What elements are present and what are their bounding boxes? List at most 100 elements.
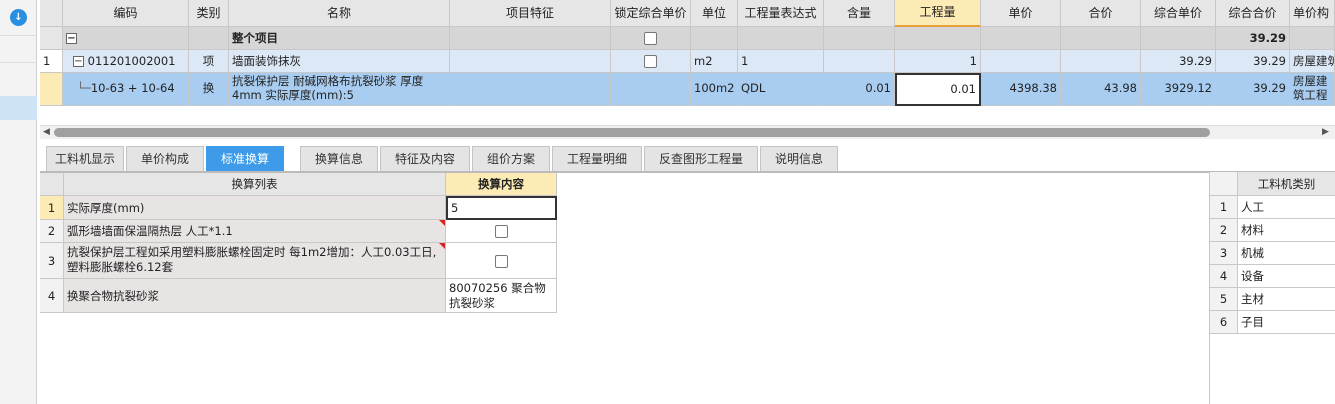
table-row[interactable]: −	[63, 27, 189, 50]
header-name[interactable]: 名称	[229, 0, 450, 27]
header-price-composition[interactable]: 单价构	[1290, 0, 1335, 27]
lock-price-checkbox[interactable]	[644, 32, 657, 45]
row-expr[interactable]: QDL	[738, 73, 824, 106]
table-row[interactable]: − 011201002001	[63, 50, 189, 73]
tab-quantity-detail[interactable]: 工程量明细	[552, 146, 642, 171]
collapse-down-icon[interactable]: ↓	[10, 9, 27, 26]
row-feature	[450, 27, 611, 50]
conv-row-value	[446, 220, 557, 243]
tab-description[interactable]: 说明信息	[760, 146, 838, 171]
header-quantity[interactable]: 工程量	[895, 0, 981, 27]
tab-price-composition[interactable]: 单价构成	[126, 146, 204, 171]
header-feature[interactable]: 项目特征	[450, 0, 611, 27]
mt-row-subitem[interactable]: 子目	[1238, 311, 1335, 334]
header-qty-expr[interactable]: 工程量表达式	[738, 0, 824, 27]
row-comp-total: 39.29	[1216, 50, 1290, 73]
row-name[interactable]: 抗裂保护层 耐碱网格布抗裂砂浆 厚度4mm 实际厚度(mm):5	[229, 73, 450, 106]
conv-row-label-text: 弧形墙墙面保温隔热层 人工*1.1	[67, 224, 233, 238]
header-total[interactable]: 合价	[1061, 0, 1141, 27]
conv-row-label: 换聚合物抗裂砂浆	[64, 279, 446, 313]
row-lock-cell	[611, 50, 691, 73]
conv-row-index: 2	[40, 220, 64, 243]
left-strip	[0, 0, 37, 404]
header-price[interactable]: 单价	[981, 0, 1061, 27]
mt-row-index: 4	[1210, 265, 1238, 288]
conv-row-label: 弧形墙墙面保温隔热层 人工*1.1	[64, 220, 446, 243]
row-extra	[1290, 27, 1335, 50]
mt-row-equipment[interactable]: 设备	[1238, 265, 1335, 288]
mt-row-labor[interactable]: 人工	[1238, 196, 1335, 219]
detail-tabbar: 工料机显示 单价构成 标准换算 换算信息 特征及内容 组价方案 工程量明细 反查…	[40, 146, 1335, 172]
scroll-left-icon[interactable]: ◀	[43, 127, 50, 137]
row-qty[interactable]: 1	[895, 50, 981, 73]
table-row[interactable]: └─10-63 + 10-64	[63, 73, 189, 106]
row-feature[interactable]	[450, 50, 611, 73]
row-comp-total: 39.29	[1216, 27, 1290, 50]
row-extra: 房屋建筑工程	[1290, 73, 1335, 106]
conv-row-index: 1	[40, 196, 64, 220]
row-lock-cell	[611, 27, 691, 50]
material-replace-cell[interactable]: 80070256 聚合物抗裂砂浆	[446, 279, 557, 313]
row-unit[interactable]: 100m2	[691, 73, 738, 106]
mt-row-index: 1	[1210, 196, 1238, 219]
row-type: 项	[189, 50, 229, 73]
header-unit-total[interactable]: 综合单价	[1141, 0, 1216, 27]
mt-row-main-material[interactable]: 主材	[1238, 288, 1335, 311]
row-total	[1061, 27, 1141, 50]
mt-header-index	[1210, 172, 1238, 196]
row-feature[interactable]	[450, 73, 611, 106]
conv-header-list: 换算列表	[64, 173, 446, 196]
row-name[interactable]: 整个项目	[229, 27, 450, 50]
strip-selected-item[interactable]	[0, 96, 37, 120]
row-type	[189, 27, 229, 50]
tab-pricing-plan[interactable]: 组价方案	[472, 146, 550, 171]
row-index	[40, 73, 63, 106]
row-code: 10-63 + 10-64	[90, 81, 175, 95]
strip-divider	[0, 35, 37, 36]
tab-features[interactable]: 特征及内容	[380, 146, 470, 171]
row-expr[interactable]: 1	[738, 50, 824, 73]
header-lock-price[interactable]: 锁定综合单价	[611, 0, 691, 27]
collapse-icon[interactable]: −	[66, 33, 77, 44]
row-content[interactable]	[824, 50, 895, 73]
tab-conversion-info[interactable]: 换算信息	[300, 146, 378, 171]
row-index: 1	[40, 50, 63, 73]
quantity-input[interactable]: 0.01	[895, 73, 981, 106]
mt-row-material[interactable]: 材料	[1238, 219, 1335, 242]
row-qty	[895, 27, 981, 50]
apply-checkbox[interactable]	[494, 225, 508, 238]
scrollbar-thumb[interactable]	[54, 128, 1210, 137]
conv-row-label: 抗裂保护层工程如采用塑料膨胀螺栓固定时 每1m2增加：人工0.03工日,塑料膨胀…	[64, 243, 446, 279]
row-price	[981, 50, 1061, 73]
header-code[interactable]: 编码	[63, 0, 189, 27]
mt-row-index: 2	[1210, 219, 1238, 242]
header-content[interactable]: 含量	[824, 0, 895, 27]
mt-row-machine[interactable]: 机械	[1238, 242, 1335, 265]
conv-header-index	[40, 173, 64, 196]
header-unit[interactable]: 单位	[691, 0, 738, 27]
mt-row-index: 3	[1210, 242, 1238, 265]
tab-reverse-lookup[interactable]: 反查图形工程量	[644, 146, 758, 171]
conv-row-index: 4	[40, 279, 64, 313]
row-unit-total: 39.29	[1141, 50, 1216, 73]
row-content[interactable]: 0.01	[824, 73, 895, 106]
mt-header: 工料机类别	[1238, 172, 1335, 196]
lock-price-checkbox[interactable]	[644, 55, 657, 68]
tab-labor-material[interactable]: 工料机显示	[46, 146, 124, 171]
thickness-input[interactable]: 5	[446, 196, 557, 220]
header-comp-total[interactable]: 综合合价	[1216, 0, 1290, 27]
row-price	[981, 27, 1061, 50]
tab-standard-conversion[interactable]: 标准换算	[206, 146, 284, 171]
conv-row-label-text: 抗裂保护层工程如采用塑料膨胀螺栓固定时 每1m2增加：人工0.03工日,塑料膨胀…	[67, 245, 437, 274]
scroll-right-icon[interactable]: ▶	[1322, 127, 1329, 137]
header-type[interactable]: 类别	[189, 0, 229, 27]
apply-checkbox[interactable]	[494, 255, 508, 268]
material-type-panel: 工料机类别 1 人工 2 材料 3 机械 4 设备 5 主材 6 子目	[1209, 172, 1335, 404]
strip-divider	[0, 62, 37, 63]
mt-row-index: 5	[1210, 288, 1238, 311]
row-name[interactable]: 墙面装饰抹灰	[229, 50, 450, 73]
collapse-icon[interactable]: −	[73, 56, 84, 67]
row-index	[40, 27, 63, 50]
conv-row-index: 3	[40, 243, 64, 279]
row-unit[interactable]: m2	[691, 50, 738, 73]
